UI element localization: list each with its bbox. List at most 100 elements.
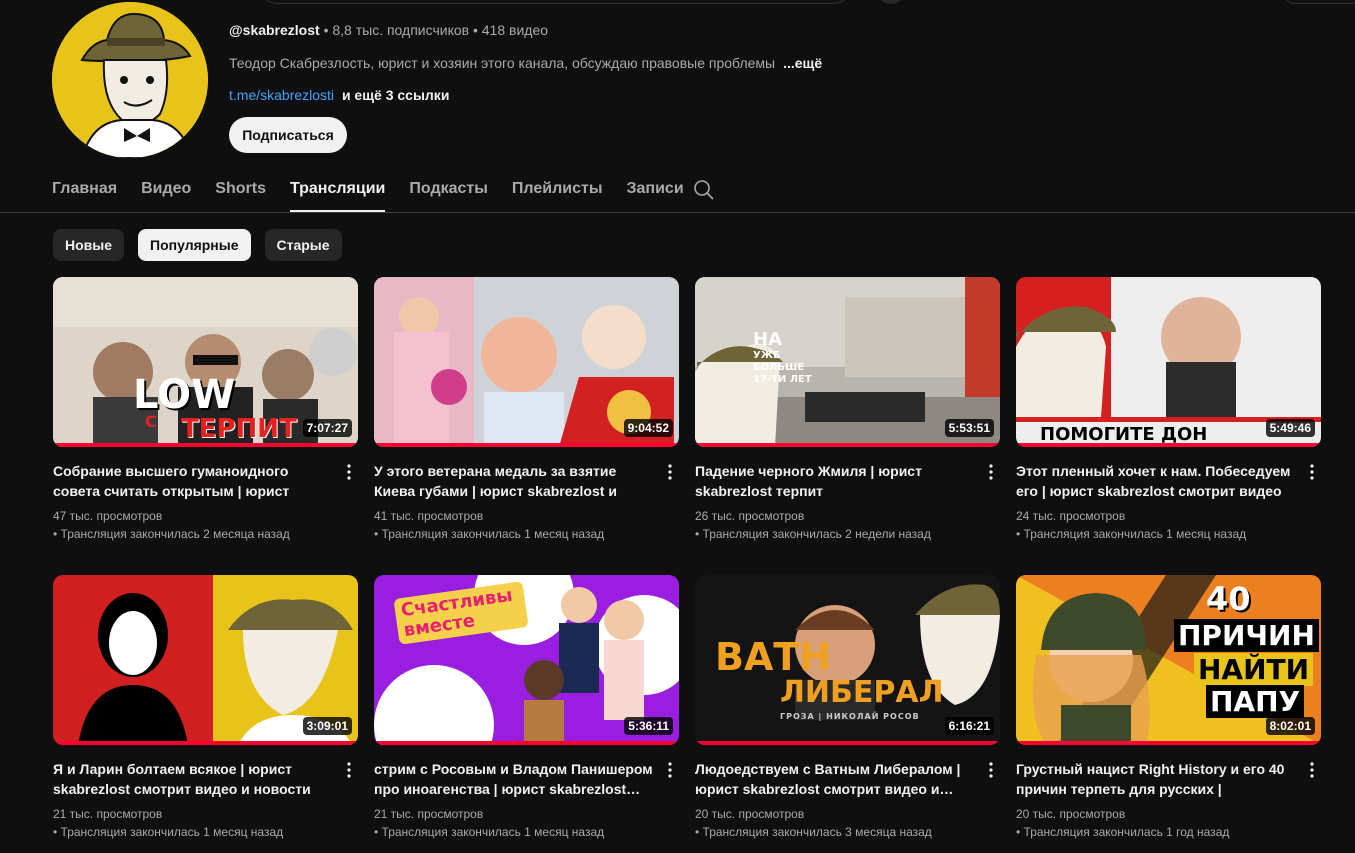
thumb-text-banner: ПОМОГИТЕ ДОН (1040, 424, 1208, 445)
video-card[interactable]: LOW С ТЕРПИТ 7:07:27 Собрание высшего гу… (53, 277, 358, 575)
chip-oldest[interactable]: Старые (264, 229, 342, 261)
kebab-icon (668, 762, 672, 778)
video-thumbnail[interactable]: 40 ПРИЧИН НАЙТИ ПАПУ 8:02:01 (1016, 575, 1321, 745)
more-options-icon[interactable] (983, 761, 999, 779)
thumb-text-na: НА (753, 329, 782, 350)
telegram-link[interactable]: t.me/skabrezlosti (229, 87, 334, 103)
description-text: Теодор Скабрезлость, юрист и хозяин этог… (229, 55, 776, 71)
thumb-text-papu: ПАПУ (1206, 685, 1305, 718)
thumb-text-40: 40 (1206, 580, 1251, 618)
view-count: 21 тыс. просмотров (374, 807, 484, 821)
tab-playlists[interactable]: Плейлисты (512, 172, 603, 212)
video-duration: 3:09:01 (302, 717, 352, 735)
video-card[interactable]: 9:04:52 У этого ветерана медаль за взяти… (374, 277, 679, 575)
kebab-icon (347, 464, 351, 480)
more-options-icon[interactable] (662, 463, 678, 481)
voice-search-button-edge[interactable] (876, 0, 906, 4)
stream-status: • Трансляция закончилась 1 месяц назад (53, 825, 284, 839)
video-title[interactable]: Грустный нацист Right History и его 40 п… (1016, 759, 1296, 799)
video-card[interactable]: 3:09:01 Я и Ларин болтаем всякое | юрист… (53, 575, 358, 853)
more-button[interactable]: ...ещё (783, 55, 822, 71)
thumb-text-credits: ГРОЗА | НИКОЛАЙ РОСОВ (780, 712, 920, 721)
video-card[interactable]: НА УЖЕ БОЛЬШЕ 17-ТИ ЛЕТ 5:53:51 Падение … (695, 277, 1000, 575)
channel-links: t.me/skabrezlosti и ещё 3 ссылки (229, 87, 449, 103)
sort-chips: Новые Популярные Старые (53, 229, 342, 261)
subscriber-count: 8,8 тыс. подписчиков (332, 22, 470, 38)
meta-separator: • (323, 22, 329, 38)
more-options-icon[interactable] (662, 761, 678, 779)
channel-description[interactable]: Теодор Скабрезлость, юрист и хозяин этог… (229, 55, 822, 71)
view-count: 24 тыс. просмотров (1016, 509, 1126, 523)
watch-progress-bar (53, 443, 358, 447)
watch-progress-bar (695, 443, 1000, 447)
stream-status: • Трансляция закончилась 1 год назад (1016, 825, 1230, 839)
video-title[interactable]: Я и Ларин болтаем всякое | юрист skabrez… (53, 759, 333, 799)
view-count: 20 тыс. просмотров (695, 807, 805, 821)
video-title[interactable]: стрим с Росовым и Владом Панишером про и… (374, 759, 654, 799)
video-thumbnail[interactable]: 9:04:52 (374, 277, 679, 447)
video-thumbnail[interactable]: Счастливы вместе 5:36:11 (374, 575, 679, 745)
video-thumbnail[interactable]: ПОМОГИТЕ ДОН 5:49:46 (1016, 277, 1321, 447)
tab-podcasts[interactable]: Подкасты (409, 172, 488, 212)
tab-home[interactable]: Главная (52, 172, 117, 212)
video-card[interactable]: Счастливы вместе 5:36:11 стрим с Росовым… (374, 575, 679, 853)
channel-meta: @skabrezlost • 8,8 тыс. подписчиков • 41… (229, 22, 548, 38)
stream-status: • Трансляция закончилась 1 месяц назад (374, 527, 605, 541)
video-card[interactable]: ВАТН ЛИБЕРАЛ ГРОЗА | НИКОЛАЙ РОСОВ 6:16:… (695, 575, 1000, 853)
more-options-icon[interactable] (1304, 463, 1320, 481)
chip-popular[interactable]: Популярные (138, 229, 251, 261)
chip-newest[interactable]: Новые (53, 229, 125, 261)
view-count: 26 тыс. просмотров (695, 509, 805, 523)
channel-tabs: Главная Видео Shorts Трансляции Подкасты… (52, 172, 684, 212)
thumb-text-lib: ЛИБЕРАЛ (780, 675, 944, 710)
tab-live[interactable]: Трансляции (289, 172, 386, 212)
video-duration: 5:49:46 (1265, 419, 1315, 437)
watch-progress-bar (53, 741, 358, 745)
video-title[interactable]: У этого ветерана медаль за взятие Киева … (374, 461, 654, 501)
more-options-icon[interactable] (983, 463, 999, 481)
view-count: 47 тыс. просмотров (53, 509, 163, 523)
video-duration: 5:36:11 (624, 717, 673, 735)
stream-status: • Трансляция закончилась 1 месяц назад (374, 825, 605, 839)
video-title[interactable]: Собрание высшего гуманоидного совета счи… (53, 461, 333, 501)
stream-status: • Трансляция закончилась 2 недели назад (695, 527, 931, 541)
more-options-icon[interactable] (341, 463, 357, 481)
video-card[interactable]: 40 ПРИЧИН НАЙТИ ПАПУ 8:02:01 Грустный на… (1016, 575, 1321, 853)
avatar-illustration (52, 2, 208, 158)
thumb-text-sub: УЖЕ БОЛЬШЕ 17-ТИ ЛЕТ (753, 350, 812, 385)
kebab-icon (347, 762, 351, 778)
view-count: 41 тыс. просмотров (374, 509, 484, 523)
video-title[interactable]: Падение черного Жмиля | юрист skabrezlos… (695, 461, 975, 501)
channel-avatar[interactable] (52, 2, 208, 158)
meta-separator: • (472, 22, 478, 38)
more-links-button[interactable]: и ещё 3 ссылки (342, 87, 449, 103)
thumb-text-prichin: ПРИЧИН (1174, 619, 1319, 652)
more-options-icon[interactable] (341, 761, 357, 779)
kebab-icon (668, 464, 672, 480)
thumb-text-naiti: НАЙТИ (1194, 653, 1314, 686)
video-title[interactable]: Этот пленный хочет к нам. Побеседуем его… (1016, 461, 1296, 501)
video-duration: 8:02:01 (1265, 717, 1315, 735)
video-thumbnail[interactable]: ВАТН ЛИБЕРАЛ ГРОЗА | НИКОЛАЙ РОСОВ 6:16:… (695, 575, 1000, 745)
tab-shorts[interactable]: Shorts (215, 172, 266, 212)
video-thumbnail[interactable]: НА УЖЕ БОЛЬШЕ 17-ТИ ЛЕТ 5:53:51 (695, 277, 1000, 447)
header-button-edge[interactable] (1283, 0, 1355, 4)
video-thumbnail[interactable]: LOW С ТЕРПИТ 7:07:27 (53, 277, 358, 447)
tab-videos[interactable]: Видео (141, 172, 191, 212)
stream-status: • Трансляция закончилась 1 месяц назад (1016, 527, 1247, 541)
video-thumbnail[interactable]: 3:09:01 (53, 575, 358, 745)
video-card[interactable]: ПОМОГИТЕ ДОН 5:49:46 Этот пленный хочет … (1016, 277, 1321, 575)
tab-posts[interactable]: Записи (627, 172, 684, 212)
subscribe-button[interactable]: Подписаться (229, 117, 347, 153)
video-count: 418 видео (481, 22, 549, 38)
video-duration: 6:16:21 (944, 717, 994, 735)
video-title[interactable]: Людоедствуем с Ватным Либералом | юрист … (695, 759, 975, 799)
stream-status: • Трансляция закончилась 2 месяца назад (53, 527, 290, 541)
tabs-divider (0, 212, 1355, 213)
video-grid: LOW С ТЕРПИТ 7:07:27 Собрание высшего гу… (53, 277, 1321, 853)
more-options-icon[interactable] (1304, 761, 1320, 779)
search-bar-edge[interactable] (258, 0, 853, 4)
search-icon[interactable] (692, 178, 716, 202)
watch-progress-bar (374, 741, 679, 745)
thumb-text-vat: ВАТН (715, 635, 832, 679)
